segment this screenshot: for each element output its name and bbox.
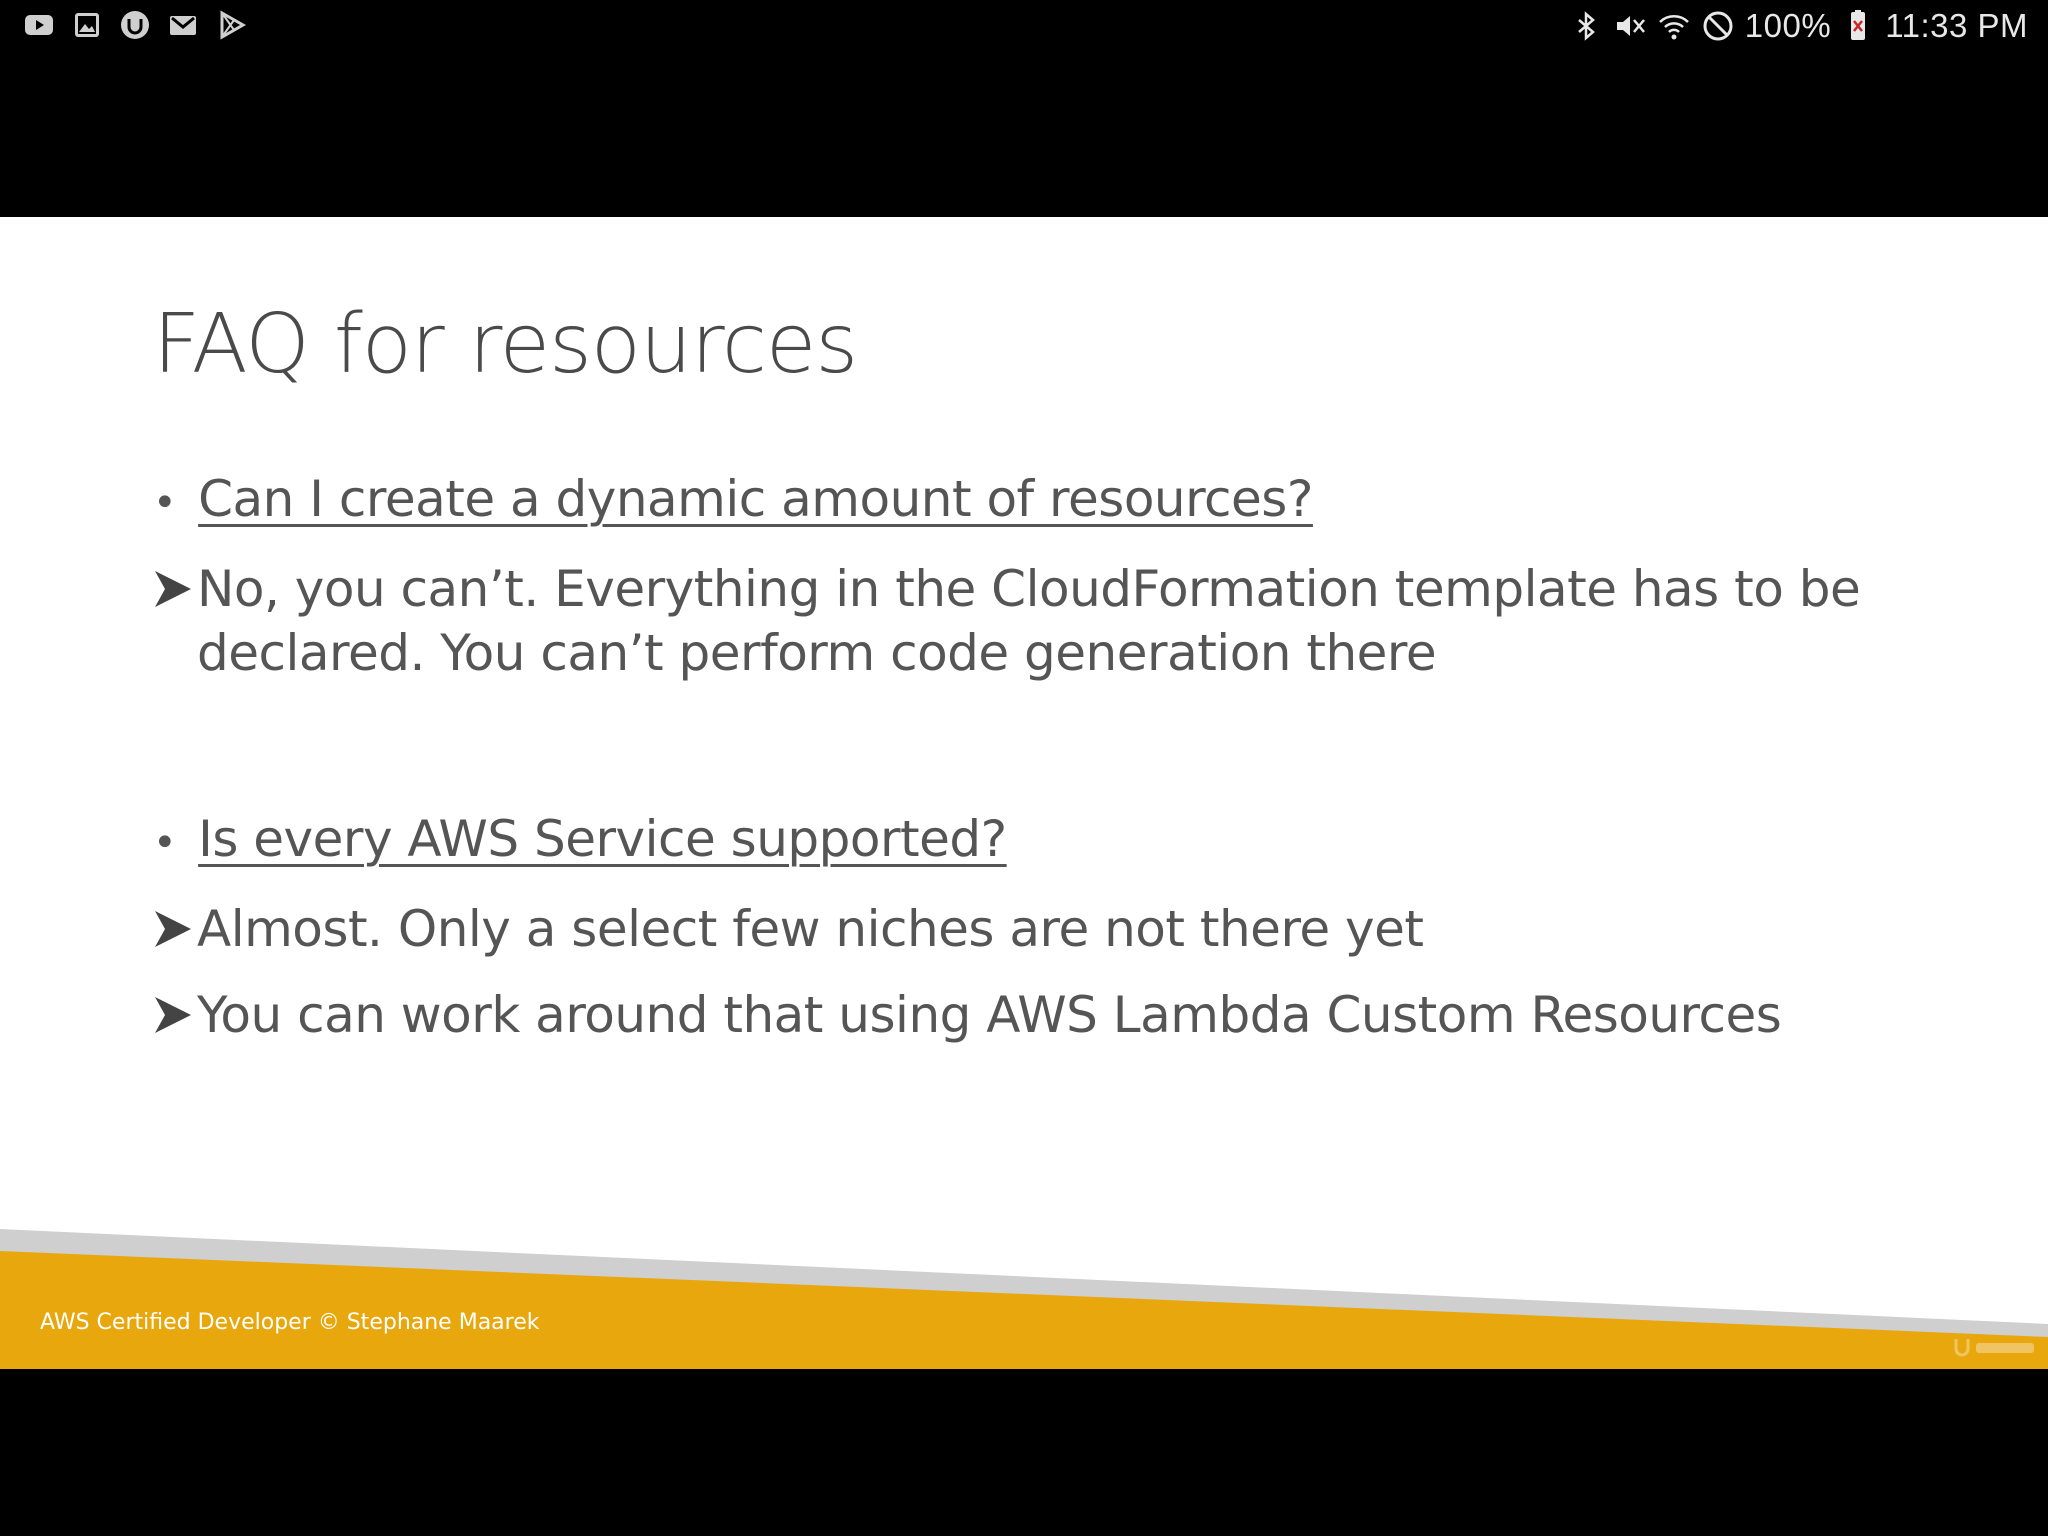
clock: 11:33 PM bbox=[1885, 7, 2028, 44]
bullet-icon: • bbox=[153, 480, 177, 526]
answer-item: No, you can’t. Everything in the CloudFo… bbox=[153, 557, 1973, 685]
bullet-icon: • bbox=[153, 820, 177, 866]
battery-percent: 100% bbox=[1744, 7, 1832, 44]
wifi-icon bbox=[1657, 9, 1691, 43]
gmail-icon bbox=[166, 8, 200, 42]
bluetooth-icon bbox=[1569, 9, 1603, 43]
answer-text: You can work around that using AWS Lambd… bbox=[197, 986, 1782, 1044]
mute-icon bbox=[1613, 9, 1647, 43]
letterbox-top bbox=[0, 52, 2048, 217]
answer-item: You can work around that using AWS Lambd… bbox=[153, 983, 1973, 1047]
battery-icon bbox=[1841, 9, 1875, 43]
slide-content: • Can I create a dynamic amount of resou… bbox=[153, 467, 1973, 1069]
question-bullet: • Can I create a dynamic amount of resou… bbox=[153, 467, 1973, 535]
question-text: Is every AWS Service supported? bbox=[198, 810, 1007, 868]
arrow-bullet-icon bbox=[153, 983, 197, 1037]
letterbox-bottom bbox=[0, 1369, 2048, 1536]
play-store-icon bbox=[214, 8, 248, 42]
arrow-bullet-icon bbox=[153, 557, 197, 611]
footer-band bbox=[0, 1229, 2048, 1369]
footer-text: AWS Certified Developer © Stephane Maare… bbox=[40, 1310, 540, 1335]
question-bullet: • Is every AWS Service supported? bbox=[153, 807, 1973, 875]
answer-text: Almost. Only a select few niches are not… bbox=[197, 900, 1424, 958]
youtube-icon bbox=[22, 8, 56, 42]
notification-icons bbox=[22, 8, 248, 42]
system-indicators: 100% 11:33 PM bbox=[1569, 4, 2028, 48]
question-text: Can I create a dynamic amount of resourc… bbox=[198, 470, 1313, 528]
udemy-logo bbox=[1954, 1339, 2034, 1357]
status-bar: 100% 11:33 PM bbox=[0, 0, 2048, 52]
arrow-bullet-icon bbox=[153, 897, 197, 951]
udemy-icon bbox=[118, 8, 152, 42]
do-not-disturb-icon bbox=[1701, 9, 1735, 43]
answer-text: No, you can’t. Everything in the CloudFo… bbox=[197, 560, 1861, 682]
gallery-icon bbox=[70, 8, 104, 42]
slide: FAQ for resources • Can I create a dynam… bbox=[0, 217, 2048, 1369]
answer-item: Almost. Only a select few niches are not… bbox=[153, 897, 1973, 961]
slide-title: FAQ for resources bbox=[153, 297, 858, 392]
